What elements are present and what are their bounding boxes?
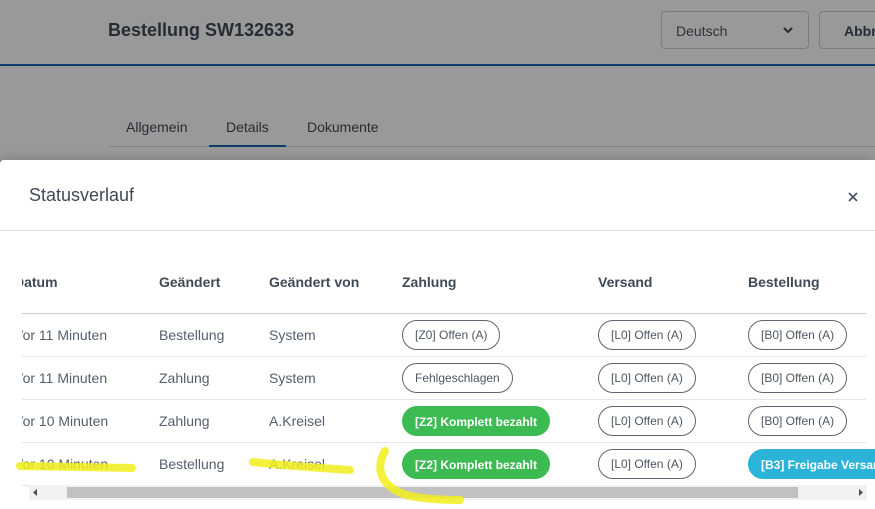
cell-changed-by: System	[269, 370, 316, 386]
close-button[interactable]	[843, 187, 863, 207]
cell-date: Vor 10 Minuten	[22, 413, 109, 429]
shipping-status-badge: [L0] Offen (A)	[598, 320, 696, 350]
cell-changed: Bestellung	[159, 327, 225, 343]
column-header-payment[interactable]: Zahlung	[402, 274, 456, 290]
column-header-changed[interactable]: Geändert	[159, 274, 220, 290]
cell-date: Vor 10 Minuten	[22, 456, 109, 472]
cell-date: Vor 11 Minuten	[22, 327, 108, 343]
close-icon	[848, 192, 858, 202]
payment-status-badge: [Z0] Offen (A)	[402, 320, 501, 350]
table-row: Vor 11 Minuten Bestellung System [Z0] Offen…	[22, 314, 875, 357]
scroll-left-icon[interactable]	[31, 488, 40, 497]
payment-status-badge: [Z2] Komplett bezahlt	[402, 449, 550, 479]
payment-status-badge: Fehlgeschlagen	[402, 363, 513, 393]
cell-changed: Zahlung	[159, 413, 210, 429]
table-row: Vor 11 Minuten Zahlung System Fehlgeschlage…	[22, 357, 875, 400]
payment-status-badge: [Z2] Komplett bezahlt	[402, 406, 550, 436]
modal-title: Statusverlauf	[29, 185, 135, 205]
column-header-order[interactable]: Bestellung	[748, 274, 820, 290]
column-header-changed-by[interactable]: Geändert von	[269, 274, 359, 290]
column-header-shipping[interactable]: Versand	[598, 274, 652, 290]
shipping-status-badge: [L0] Offen (A)	[598, 363, 696, 393]
order-status-badge: [B0] Offen (A)	[748, 320, 848, 350]
shipping-status-badge: [L0] Offen (A)	[598, 449, 696, 479]
order-status-badge: [B3] Freigabe Versand	[748, 449, 875, 479]
cell-changed: Zahlung	[159, 370, 210, 386]
cell-date: Vor 11 Minuten	[22, 370, 108, 386]
modal-header: Statusverlauf	[0, 160, 875, 231]
shipping-status-badge: [L0] Offen (A)	[598, 406, 696, 436]
horizontal-scrollbar[interactable]	[29, 485, 867, 500]
cell-changed: Bestellung	[159, 456, 225, 472]
order-status-badge: [B0] Offen (A)	[748, 406, 848, 436]
column-header-date[interactable]: Datum	[22, 274, 58, 290]
status-table: Datum Geändert Geändert von Zahlung Vers…	[22, 230, 875, 500]
order-status-badge: [B0] Offen (A)	[748, 363, 848, 393]
cell-changed-by: System	[269, 327, 316, 343]
cell-changed-by: A.Kreisel	[269, 413, 326, 429]
table-row: Vor 10 Minuten Zahlung A.Kreisel [Z2] Kompl…	[22, 400, 875, 443]
scroll-right-icon[interactable]	[856, 488, 865, 497]
cell-changed-by: A.Kreisel	[269, 456, 326, 472]
status-history-modal: Statusverlauf Datum Geändert Geändert vo…	[0, 160, 875, 509]
scrollbar-thumb[interactable]	[67, 487, 798, 498]
table-row: Vor 10 Minuten Bestellung A.Kreisel [Z2] Ko…	[22, 443, 875, 486]
